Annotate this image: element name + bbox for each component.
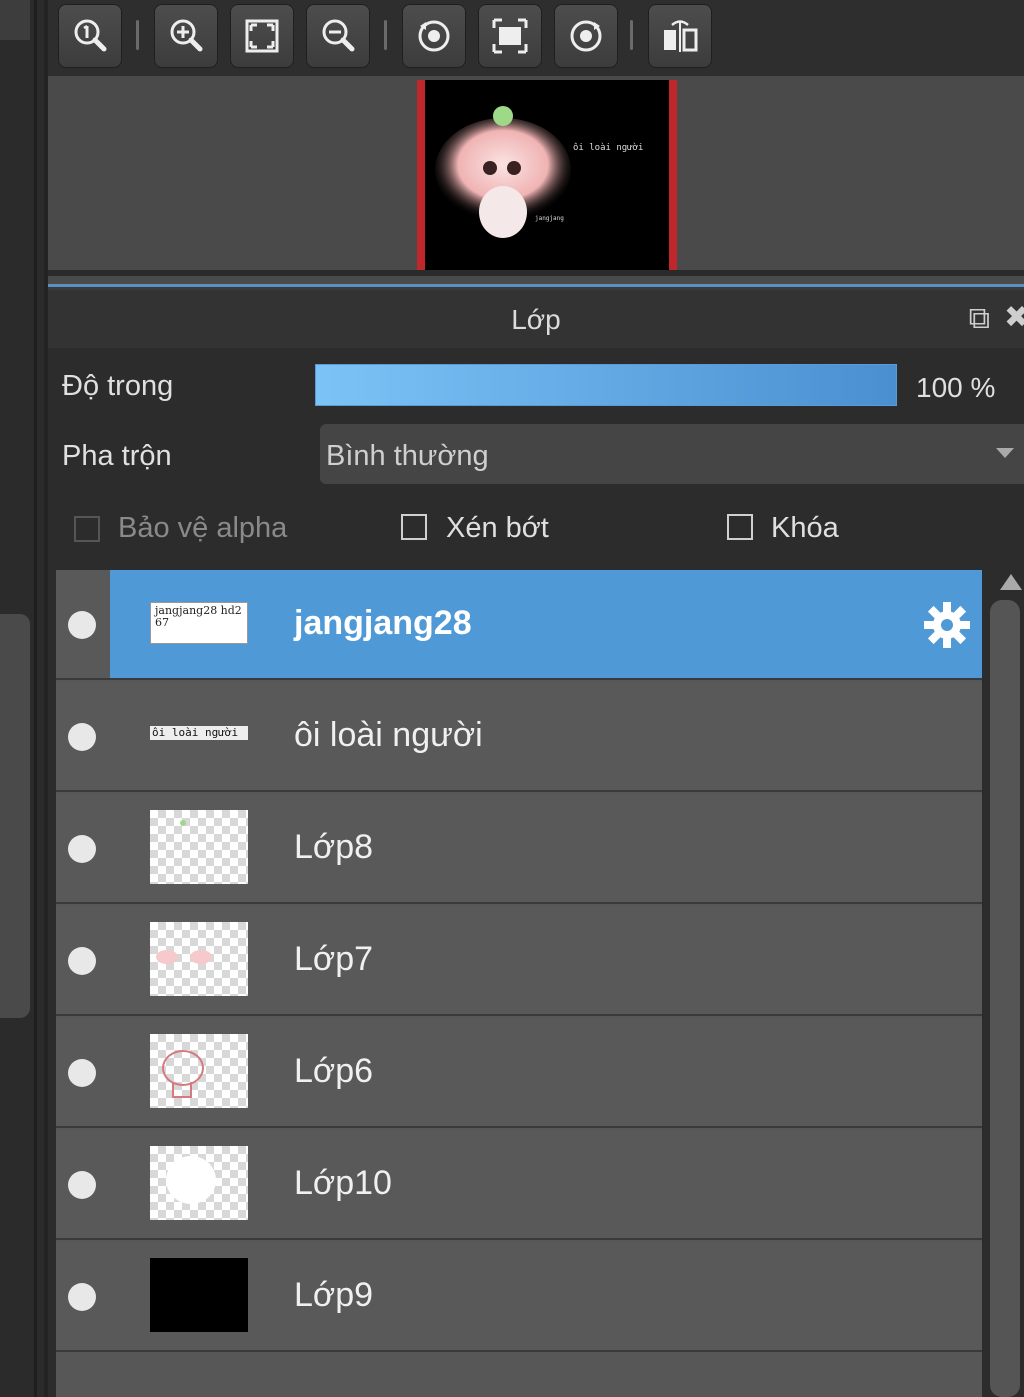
clipping-checkbox[interactable] — [401, 514, 427, 540]
layer-thumbnail — [150, 1258, 248, 1332]
layer-row[interactable]: Lớp7 — [56, 906, 982, 1016]
rotate-left-icon — [418, 20, 450, 52]
layer-row[interactable]: Lớp8 — [56, 794, 982, 904]
layer-row[interactable]: Lớp6 — [56, 1018, 982, 1128]
layer-name: Lớp10 — [294, 1164, 392, 1202]
toolbar-separator — [384, 20, 387, 50]
layer-name: jangjang28 — [294, 604, 472, 642]
scroll-up-icon[interactable] — [1000, 574, 1022, 590]
panel-title: Lớp — [511, 304, 561, 335]
visibility-toggle-icon[interactable] — [68, 947, 96, 975]
blend-mode-value: Bình thường — [326, 440, 489, 472]
lock-label: Khóa — [771, 512, 839, 544]
left-dock-strip — [0, 0, 48, 1397]
zoom-in-icon — [170, 19, 203, 52]
zoom-out-icon — [322, 19, 355, 52]
layer-thumbnail — [150, 922, 248, 996]
canvas-preview[interactable]: ôi loài người jangjang — [417, 80, 677, 270]
blend-mode-select[interactable]: Bình thường — [320, 424, 1024, 484]
gear-icon[interactable] — [920, 598, 974, 652]
left-scrollbar-thumb[interactable] — [0, 614, 30, 1018]
layer-row[interactable]: ôi loài người ôi loài người — [56, 682, 982, 792]
layer-thumbnail: ôi loài người — [150, 726, 248, 746]
toolbar-separator — [630, 20, 633, 50]
flip-horizontal-icon — [664, 20, 698, 52]
layer-thumbnail — [150, 1034, 248, 1108]
panel-accent-line — [48, 284, 1024, 287]
fit-screen-button[interactable] — [230, 4, 294, 68]
preview-small-caption: jangjang — [535, 215, 564, 222]
blend-mode-label: Pha trộn — [62, 440, 172, 472]
opacity-label: Độ trong — [62, 370, 174, 402]
rotate-left-button[interactable] — [402, 4, 466, 68]
layer-list: jangjang28 hd267 jangjang28 ôi loài ngườ… — [56, 570, 982, 1397]
visibility-toggle-icon[interactable] — [68, 1171, 96, 1199]
zoom-in-button[interactable] — [154, 4, 218, 68]
clipping-label: Xén bớt — [446, 512, 549, 544]
layer-thumbnail-text: jangjang28 hd267 — [155, 604, 242, 629]
fit-screen-icon — [245, 19, 279, 53]
layer-name: Lớp6 — [294, 1052, 374, 1090]
toolbar-separator — [136, 20, 139, 50]
visibility-toggle-icon[interactable] — [68, 835, 96, 863]
visibility-toggle-icon[interactable] — [68, 1059, 96, 1087]
layer-row[interactable]: Lớp10 — [56, 1130, 982, 1240]
layer-thumbnail — [150, 1146, 248, 1220]
layer-name: Lớp9 — [294, 1276, 374, 1314]
layer-name: Lớp8 — [294, 828, 374, 866]
preview-caption: ôi loài người — [573, 142, 643, 153]
layer-thumbnail: jangjang28 hd267 — [150, 602, 248, 644]
lock-checkbox[interactable] — [727, 514, 753, 540]
visibility-toggle-icon[interactable] — [68, 723, 96, 751]
left-dock-top — [0, 0, 30, 40]
rotate-right-icon — [570, 20, 602, 52]
preview-artwork: ôi loài người jangjang — [435, 106, 643, 238]
layer-panel-header: Lớp ⧉ ✖ — [48, 290, 1024, 348]
opacity-value: 100 % — [916, 372, 996, 403]
fit-frame-icon — [492, 18, 528, 54]
fit-frame-button[interactable] — [478, 4, 542, 68]
visibility-toggle-icon[interactable] — [68, 1283, 96, 1311]
protect-alpha-checkbox[interactable] — [74, 516, 100, 542]
layer-row[interactable]: jangjang28 hd267 jangjang28 — [56, 570, 982, 680]
layer-thumbnail-text: ôi loài người — [150, 726, 248, 740]
layer-scrollbar-thumb[interactable] — [990, 600, 1020, 1397]
zoom-out-button[interactable] — [306, 4, 370, 68]
close-icon[interactable]: ✖ — [1004, 300, 1024, 335]
popout-icon[interactable]: ⧉ — [969, 302, 990, 336]
opacity-slider[interactable] — [315, 364, 897, 406]
zoom-actual-icon — [74, 19, 107, 52]
dock-divider — [34, 0, 37, 1397]
flip-horizontal-button[interactable] — [648, 4, 712, 68]
visibility-toggle-icon[interactable] — [68, 611, 96, 639]
zoom-actual-button[interactable] — [58, 4, 122, 68]
layer-thumbnail — [150, 810, 248, 884]
chevron-down-icon — [996, 448, 1014, 458]
layer-name: Lớp7 — [294, 940, 374, 978]
protect-alpha-label: Bảo vệ alpha — [118, 512, 288, 544]
layer-name: ôi loài người — [294, 716, 483, 754]
layer-row[interactable]: Lớp9 — [56, 1242, 982, 1352]
rotate-right-button[interactable] — [554, 4, 618, 68]
navigator-bottom-border — [48, 270, 1024, 276]
